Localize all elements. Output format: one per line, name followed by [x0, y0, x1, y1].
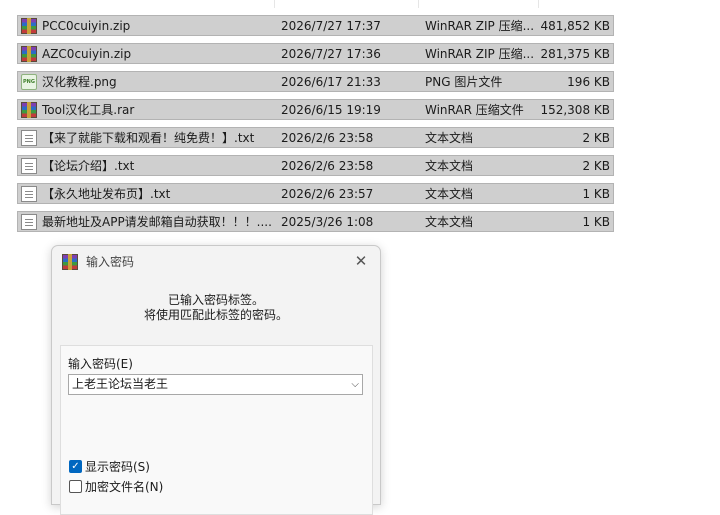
file-date: 2026/7/27 17:36 — [281, 47, 381, 61]
close-button[interactable]: ✕ — [348, 250, 374, 272]
file-date: 2025/3/26 1:08 — [281, 215, 374, 229]
file-date: 2026/2/6 23:58 — [281, 131, 374, 145]
column-separator — [538, 0, 539, 8]
file-row[interactable]: 【来了就能下载和观看！纯免费！】.txt 2026/2/6 23:58 文本文档… — [17, 127, 614, 148]
file-date: 2026/7/27 17:37 — [281, 19, 381, 33]
file-row[interactable]: PCC0cuiyin.zip 2026/7/27 17:37 WinRAR ZI… — [17, 15, 614, 36]
column-separator — [274, 0, 275, 8]
file-size: 1 KB — [582, 187, 610, 201]
info-line: 将使用匹配此标签的密码。 — [143, 308, 288, 322]
file-size: 2 KB — [582, 159, 610, 173]
password-dialog: 输入密码 ✕ 已输入密码标签。 将使用匹配此标签的密码。 输入密码(E) 上老王… — [51, 245, 381, 515]
show-password-checkbox[interactable]: ✓ 显示密码(S) — [69, 458, 150, 475]
encrypt-filenames-checkbox[interactable]: 加密文件名(N) — [69, 478, 163, 495]
file-date: 2026/2/6 23:58 — [281, 159, 374, 173]
file-date: 2026/6/15 19:19 — [281, 103, 381, 117]
file-name: 汉化教程.png — [42, 75, 117, 89]
file-date: 2026/6/17 21:33 — [281, 75, 381, 89]
dialog-title-bar: 输入密码 — [62, 253, 134, 270]
file-size: 196 KB — [567, 75, 610, 89]
checkbox-unchecked-icon[interactable] — [69, 480, 82, 493]
file-type: 文本文档 — [425, 215, 474, 229]
file-size: 2 KB — [582, 131, 610, 145]
winrar-icon — [62, 253, 78, 270]
checkbox-checked-icon[interactable]: ✓ — [69, 460, 82, 473]
zip-archive-icon — [21, 18, 37, 34]
encrypt-filenames-label[interactable]: 加密文件名(N) — [85, 478, 163, 495]
file-size: 152,308 KB — [540, 103, 610, 117]
text-file-icon — [21, 158, 37, 174]
file-type: WinRAR ZIP 压缩... — [425, 19, 533, 33]
file-type: 文本文档 — [425, 187, 474, 201]
password-label: 输入密码(E) — [68, 357, 133, 371]
file-name: Tool汉化工具.rar — [42, 103, 135, 117]
file-row[interactable]: 【论坛介绍】.txt 2026/2/6 23:58 文本文档 2 KB — [17, 155, 614, 176]
text-file-icon — [21, 214, 37, 230]
file-row[interactable]: 最新地址及APP请发邮箱自动获取！！！.... 2025/3/26 1:08 文… — [17, 211, 614, 232]
password-combobox[interactable]: 上老王论坛当老王 ⌵ — [68, 374, 363, 395]
file-type: 文本文档 — [425, 159, 474, 173]
file-name: 【论坛介绍】.txt — [42, 159, 135, 173]
file-type: WinRAR ZIP 压缩... — [425, 47, 533, 61]
rar-archive-icon — [21, 102, 37, 118]
file-size: 1 KB — [582, 215, 610, 229]
file-name: 【来了就能下载和观看！纯免费！】.txt — [42, 131, 255, 145]
dialog-title: 输入密码 — [86, 255, 135, 269]
file-row[interactable]: Tool汉化工具.rar 2026/6/15 19:19 WinRAR 压缩文件… — [17, 99, 614, 120]
file-date: 2026/2/6 23:57 — [281, 187, 374, 201]
png-image-icon: PNG — [21, 74, 37, 90]
password-value[interactable]: 上老王论坛当老王 — [72, 375, 168, 394]
file-size: 481,852 KB — [540, 19, 610, 33]
text-file-icon — [21, 186, 37, 202]
file-name: 【永久地址发布页】.txt — [42, 187, 171, 201]
file-name: 最新地址及APP请发邮箱自动获取！！！.... — [42, 215, 271, 229]
file-name: AZC0cuiyin.zip — [42, 47, 132, 61]
file-type: 文本文档 — [425, 131, 474, 145]
file-type: WinRAR 压缩文件 — [425, 103, 524, 117]
file-size: 281,375 KB — [540, 47, 610, 61]
zip-archive-icon — [21, 46, 37, 62]
column-separator — [418, 0, 419, 8]
file-type: PNG 图片文件 — [425, 75, 503, 89]
file-name: PCC0cuiyin.zip — [42, 19, 131, 33]
show-password-label[interactable]: 显示密码(S) — [85, 458, 150, 475]
file-row[interactable]: PNG 汉化教程.png 2026/6/17 21:33 PNG 图片文件 196… — [17, 71, 614, 92]
file-row[interactable]: 【永久地址发布页】.txt 2026/2/6 23:57 文本文档 1 KB — [17, 183, 614, 204]
text-file-icon — [21, 130, 37, 146]
file-row[interactable]: AZC0cuiyin.zip 2026/7/27 17:36 WinRAR ZI… — [17, 43, 614, 64]
chevron-down-icon[interactable]: ⌵ — [351, 375, 359, 394]
